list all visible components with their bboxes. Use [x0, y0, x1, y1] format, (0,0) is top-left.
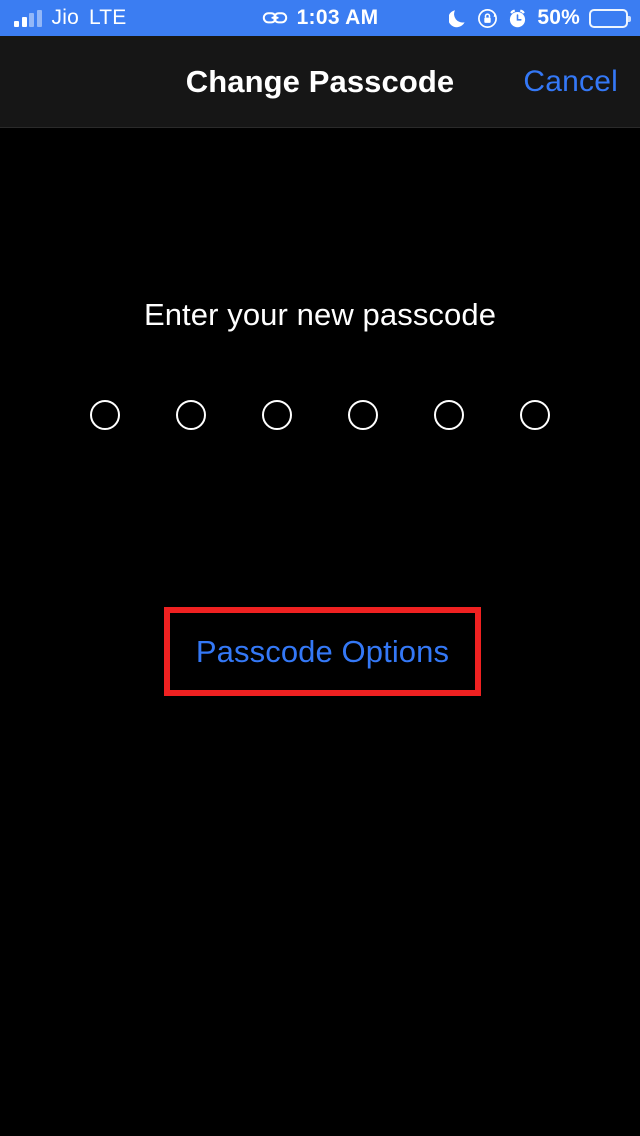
status-bar: Jio LTE 1:03 AM 50%: [0, 0, 640, 36]
passcode-dot: [90, 400, 120, 430]
passcode-entry-screen: Enter your new passcode Passcode Options: [0, 129, 640, 1136]
passcode-dot: [348, 400, 378, 430]
passcode-dot: [176, 400, 206, 430]
passcode-dot: [434, 400, 464, 430]
moon-crescent-icon: [449, 8, 468, 28]
clock-label: 1:03 AM: [296, 6, 379, 29]
navigation-bar: Change Passcode Cancel: [0, 36, 640, 128]
battery-icon: [589, 8, 631, 28]
rotation-lock-icon: [477, 8, 498, 29]
passcode-dot-row[interactable]: [0, 400, 640, 430]
passcode-dot: [520, 400, 550, 430]
passcode-options-button[interactable]: Passcode Options: [164, 607, 481, 696]
phone-screen: Jio LTE 1:03 AM 50% Change Passcode Canc…: [0, 0, 640, 1136]
battery-percent-label: 50%: [537, 6, 580, 29]
passcode-prompt-label: Enter your new passcode: [143, 297, 497, 332]
link-chain-icon: [262, 9, 288, 27]
alarm-clock-icon: [507, 8, 528, 29]
status-bar-right-group: 50%: [449, 0, 631, 36]
cancel-button[interactable]: Cancel: [523, 36, 618, 127]
passcode-dot: [262, 400, 292, 430]
